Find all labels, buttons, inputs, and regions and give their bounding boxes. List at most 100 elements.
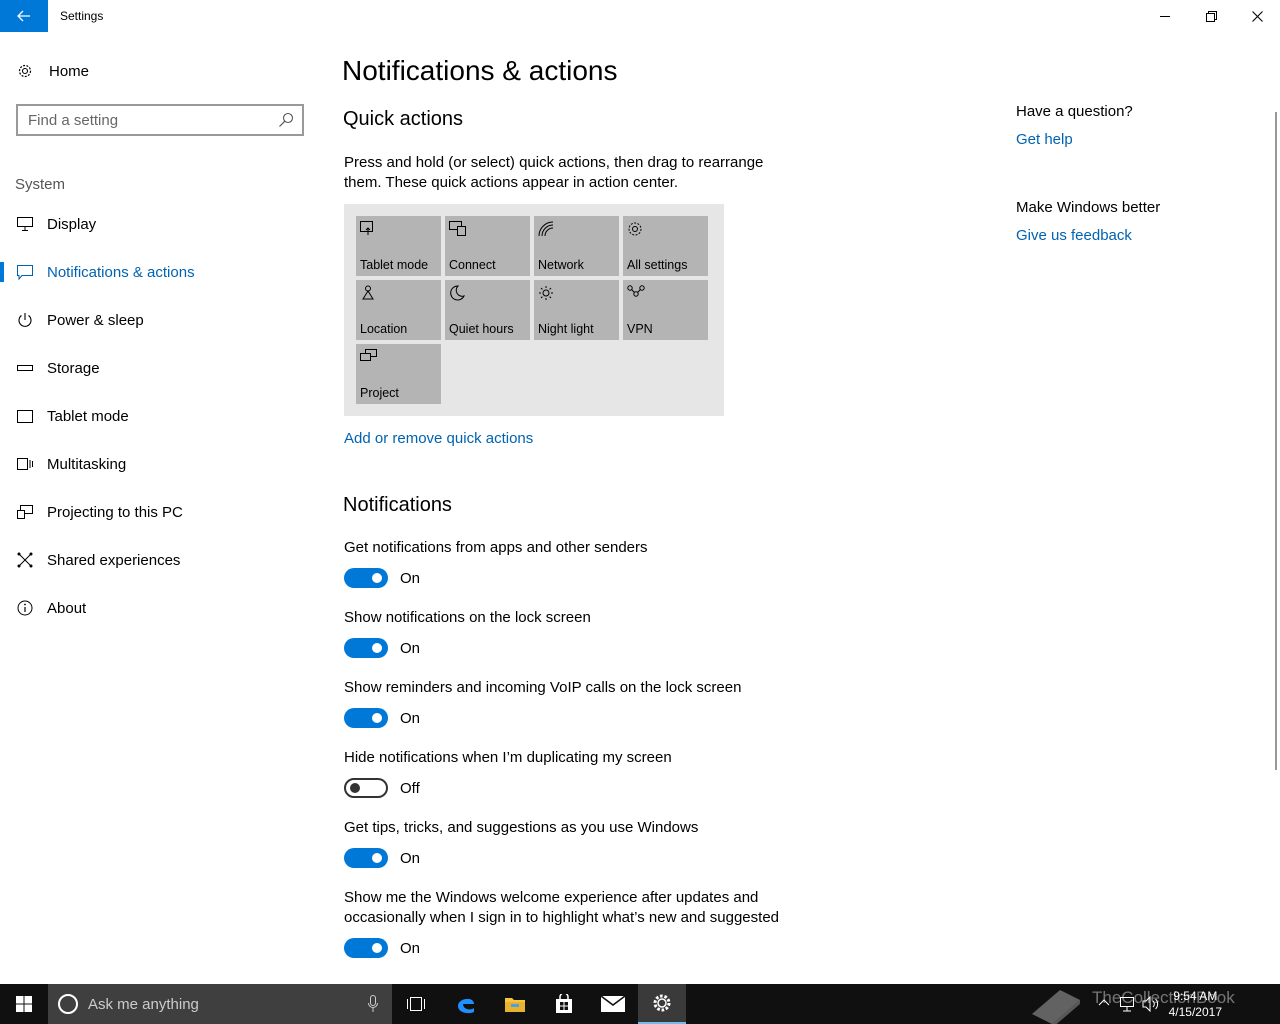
sidebar-item-power[interactable]: Power & sleep <box>0 296 320 344</box>
give-feedback-link[interactable]: Give us feedback <box>1016 227 1132 244</box>
monitor-icon <box>17 217 33 231</box>
sidebar-item-storage[interactable]: Storage <box>0 344 320 392</box>
toggle-welcome-experience[interactable]: On <box>344 938 420 958</box>
quick-action-vpn[interactable]: VPN <box>623 280 708 340</box>
sidebar-item-label: About <box>47 599 87 617</box>
toggle-hide-when-duplicating[interactable]: Off <box>344 778 420 798</box>
book-logo-icon <box>1032 990 1080 1024</box>
quick-action-connect[interactable]: Connect <box>445 216 530 276</box>
setting-label: Show me the Windows welcome experience a… <box>344 889 779 926</box>
sidebar-item-label: Projecting to this PC <box>47 503 183 521</box>
quick-action-night-light[interactable]: Night light <box>534 280 619 340</box>
projecting-icon <box>17 505 33 519</box>
volume-icon[interactable] <box>1142 996 1160 1012</box>
notifications-heading: Notifications <box>343 494 452 516</box>
taskbar-settings[interactable] <box>638 984 686 1024</box>
taskbar-mail[interactable] <box>589 984 637 1024</box>
search-icon[interactable] <box>278 112 294 128</box>
storage-icon <box>17 365 33 371</box>
taskbar-clock[interactable]: 9:54 AM 4/15/2017 <box>1169 988 1222 1020</box>
sidebar-item-label: Storage <box>47 359 100 377</box>
sidebar-item-notifications[interactable]: Notifications & actions <box>0 248 320 296</box>
task-view-button[interactable] <box>392 984 440 1024</box>
chevron-up-icon[interactable] <box>1098 998 1110 1006</box>
store-icon <box>556 994 572 1013</box>
quick-action-network[interactable]: Network <box>534 216 619 276</box>
toggle-tips-tricks[interactable]: On <box>344 848 420 868</box>
minimize-button[interactable] <box>1142 0 1188 32</box>
quick-action-quiet-hours[interactable]: Quiet hours <box>445 280 530 340</box>
cortana-search-box[interactable]: Ask me anything <box>48 984 392 1024</box>
tile-label: All settings <box>627 258 688 272</box>
tile-label: Tablet mode <box>360 258 429 272</box>
sidebar-item-tablet-mode[interactable]: Tablet mode <box>0 392 320 440</box>
tile-label: Location <box>360 322 408 336</box>
sidebar-item-label: Multitasking <box>47 455 127 473</box>
quick-action-project[interactable]: Project <box>356 344 441 404</box>
quick-action-all-settings[interactable]: All settings <box>623 216 708 276</box>
windows-logo-icon <box>16 996 32 1012</box>
setting-label: Get tips, tricks, and suggestions as you… <box>344 819 699 836</box>
setting-label: Show notifications on the lock screen <box>344 609 591 626</box>
sidebar-item-label: Display <box>47 215 97 233</box>
close-button[interactable] <box>1234 0 1280 32</box>
cortana-placeholder: Ask me anything <box>88 995 199 1013</box>
add-remove-quick-actions-link[interactable]: Add or remove quick actions <box>344 430 533 447</box>
sidebar-item-shared[interactable]: Shared experiences <box>0 536 320 584</box>
quick-actions-description: Press and hold (or select) quick actions… <box>344 154 764 191</box>
taskbar-file-explorer[interactable] <box>491 984 539 1024</box>
toggle-switch[interactable] <box>344 638 388 658</box>
toggle-state: Off <box>400 779 420 797</box>
toggle-state: On <box>400 569 421 587</box>
microphone-icon[interactable] <box>368 995 378 1013</box>
cortana-icon <box>58 994 78 1014</box>
tile-label: Network <box>538 258 584 272</box>
taskbar-edge[interactable] <box>442 984 490 1024</box>
network-tray-icon[interactable] <box>1119 996 1135 1012</box>
sidebar-nav: Display Notifications & actions Power & … <box>0 200 320 632</box>
toggle-reminders-voip[interactable]: On <box>344 708 420 728</box>
toggle-switch[interactable] <box>344 938 388 958</box>
quick-action-tablet-mode[interactable]: Tablet mode <box>356 216 441 276</box>
home-link[interactable]: Home <box>16 62 89 80</box>
quick-actions-heading: Quick actions <box>343 108 464 130</box>
toggle-switch[interactable] <box>344 708 388 728</box>
sidebar-item-multitasking[interactable]: Multitasking <box>0 440 320 488</box>
search-input[interactable] <box>28 111 268 129</box>
info-icon <box>17 600 33 616</box>
tablet-icon <box>17 409 33 423</box>
connect-icon <box>449 221 466 236</box>
tile-label: Project <box>360 386 399 400</box>
toggle-switch[interactable] <box>344 848 388 868</box>
shared-experiences-icon <box>17 552 33 568</box>
toggle-state: On <box>400 709 421 727</box>
taskbar-store[interactable] <box>540 984 588 1024</box>
make-windows-better-heading: Make Windows better <box>1016 199 1161 216</box>
toggle-switch[interactable] <box>344 778 388 798</box>
power-icon <box>18 313 32 327</box>
multitasking-icon <box>17 458 33 470</box>
settings-gear-icon <box>653 994 671 1012</box>
sidebar-item-about[interactable]: About <box>0 584 320 632</box>
scrollbar[interactable] <box>1275 112 1277 770</box>
clock-time: 9:54 AM <box>1173 989 1218 1003</box>
settings-search[interactable] <box>16 104 304 136</box>
quick-action-location[interactable]: Location <box>356 280 441 340</box>
toggle-state: On <box>400 639 421 657</box>
sidebar-item-projecting[interactable]: Projecting to this PC <box>0 488 320 536</box>
toggle-switch[interactable] <box>344 568 388 588</box>
back-arrow-icon <box>17 10 30 22</box>
setting-label: Show reminders and incoming VoIP calls o… <box>344 679 742 696</box>
project-icon <box>360 349 377 361</box>
moon-icon <box>450 285 465 301</box>
restore-button[interactable] <box>1188 0 1234 32</box>
back-button[interactable] <box>0 0 48 32</box>
sidebar-item-display[interactable]: Display <box>0 200 320 248</box>
toggle-lock-screen-notifications[interactable]: On <box>344 638 420 658</box>
toggle-app-notifications[interactable]: On <box>344 568 420 588</box>
get-help-link[interactable]: Get help <box>1016 131 1073 148</box>
question-heading: Have a question? <box>1016 103 1133 120</box>
start-button[interactable] <box>0 984 48 1024</box>
sun-icon <box>539 286 553 300</box>
sidebar-item-label: Tablet mode <box>47 407 129 425</box>
